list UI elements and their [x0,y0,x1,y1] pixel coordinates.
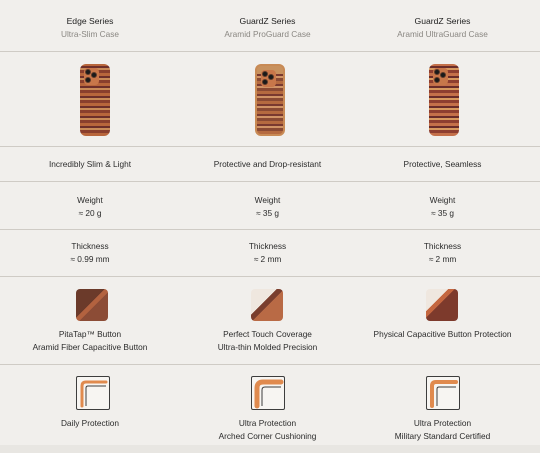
thickness-row: Thickness ≈ 0.99 mm Thickness ≈ 2 mm Thi… [0,230,540,277]
protection-row: Daily Protection Ultra Protection Arched… [0,365,540,453]
button-closeup-image[interactable] [251,289,283,321]
tagline-cell: Protective, Seamless [355,147,530,181]
weight-cell: Weight ≈ 35 g [355,182,530,229]
thickness-cell: Thickness ≈ 2 mm [355,230,530,276]
model-name: Ultra-Slim Case [60,28,120,39]
tagline-text: Protective, Seamless [403,159,482,169]
protection-cell: Daily Protection [0,365,180,453]
product-cell [180,52,355,146]
product-cell [355,52,530,146]
product-cell [0,52,180,146]
tagline-row: Incredibly Slim & Light Protective and D… [0,147,540,182]
thickness-label: Thickness [423,241,462,251]
protection-cell: Ultra Protection Arched Corner Cushionin… [180,365,355,453]
thickness-label: Thickness [248,241,287,251]
button-cell: Perfect Touch Coverage Ultra-thin Molded… [180,277,355,364]
button-line: PitaTap™ Button [58,329,122,339]
thickness-cell: Thickness ≈ 0.99 mm [0,230,180,276]
protection-cell: Ultra Protection Military Standard Certi… [355,365,530,453]
weight-value: ≈ 35 g [430,207,454,218]
header-row: Edge Series Ultra-Slim Case GuardZ Serie… [0,0,540,52]
protection-line: Ultra Protection [413,418,472,428]
model-name: Aramid UltraGuard Case [397,28,488,39]
button-closeup-image[interactable] [76,289,108,321]
button-closeup-image[interactable] [426,289,458,321]
button-line: Perfect Touch Coverage [223,329,312,339]
button-cell: Physical Capacitive Button Protection [355,277,530,364]
protection-line: Daily Protection [60,418,120,428]
series-name: GuardZ Series [414,16,471,26]
tagline-cell: Incredibly Slim & Light [0,147,180,181]
weight-label: Weight [429,195,456,205]
weight-cell: Weight ≈ 35 g [180,182,355,229]
model-name: Aramid ProGuard Case [224,28,311,39]
button-cell: PitaTap™ Button Aramid Fiber Capacitive … [0,277,180,364]
protection-line: Arched Corner Cushioning [218,430,317,441]
bottom-edge [0,445,540,453]
thickness-value: ≈ 0.99 mm [70,253,110,264]
protection-line: Ultra Protection [238,418,297,428]
tagline-cell: Protective and Drop-resistant [180,147,355,181]
weight-value: ≈ 35 g [255,207,279,218]
corner-protection-icon [426,376,460,410]
series-name: GuardZ Series [239,16,296,26]
button-detail-row: PitaTap™ Button Aramid Fiber Capacitive … [0,277,540,365]
product-image-row [0,52,540,147]
thickness-value: ≈ 2 mm [428,253,457,264]
phone-case-image[interactable] [429,64,459,136]
button-line: Ultra-thin Molded Precision [217,341,318,352]
column-header-proguard: GuardZ Series Aramid ProGuard Case [180,0,355,51]
thickness-cell: Thickness ≈ 2 mm [180,230,355,276]
tagline-text: Protective and Drop-resistant [213,159,322,169]
corner-protection-icon [251,376,285,410]
tagline-text: Incredibly Slim & Light [48,159,132,169]
weight-cell: Weight ≈ 20 g [0,182,180,229]
protection-line: Military Standard Certified [394,430,491,441]
thickness-value: ≈ 2 mm [253,253,282,264]
weight-label: Weight [254,195,281,205]
column-header-ultraguard: GuardZ Series Aramid UltraGuard Case [355,0,530,51]
weight-row: Weight ≈ 20 g Weight ≈ 35 g Weight ≈ 35 … [0,182,540,230]
thickness-label: Thickness [71,241,109,251]
button-line: Aramid Fiber Capacitive Button [32,341,148,352]
weight-value: ≈ 20 g [78,207,102,218]
corner-protection-icon [76,376,110,410]
button-line: Physical Capacitive Button Protection [373,329,512,339]
series-name: Edge Series [66,16,114,26]
column-header-edge: Edge Series Ultra-Slim Case [0,0,180,51]
phone-case-image[interactable] [255,64,285,136]
weight-label: Weight [77,195,103,205]
phone-case-image[interactable] [80,64,110,136]
